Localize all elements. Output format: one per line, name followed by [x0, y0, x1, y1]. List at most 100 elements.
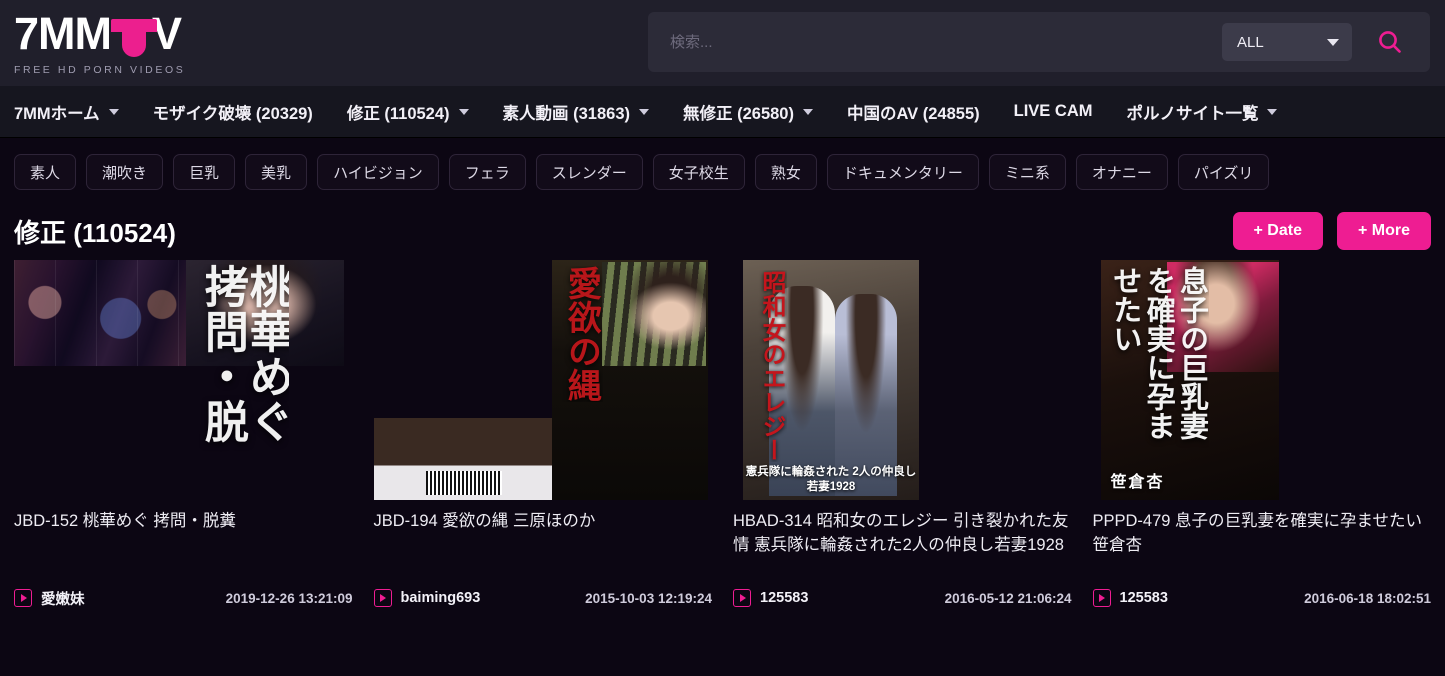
- cover-art: 息子の巨乳妻を確実に孕ませたい 笹倉杏: [1093, 260, 1432, 500]
- video-date: 2016-05-12 21:06:24: [944, 590, 1072, 606]
- panty-icon: [111, 15, 157, 57]
- tag-chip[interactable]: ドキュメンタリー: [826, 154, 979, 190]
- video-card: 息子の巨乳妻を確実に孕ませたい 笹倉杏 PPPD-479 息子の巨乳妻を確実に孕…: [1092, 260, 1432, 610]
- chevron-down-icon: [1327, 38, 1339, 46]
- cover-title-text: 息子の巨乳妻を確実に孕ませたい: [1108, 266, 1209, 440]
- video-thumbnail[interactable]: 桃華めぐ 拷問・脱: [14, 260, 353, 500]
- play-icon: [14, 589, 32, 607]
- tag-chip[interactable]: 女子校生: [652, 154, 745, 190]
- tag-filter-bar: 素人 潮吹き 巨乳 美乳 ハイビジョン フェラ スレンダー 女子校生 熟女 ドキ…: [0, 138, 1445, 206]
- cover-actress-name: 笹倉杏: [1110, 474, 1165, 491]
- nav-item-censored[interactable]: 修正 (110524): [347, 100, 469, 124]
- video-date: 2016-06-18 18:02:51: [1304, 590, 1431, 606]
- search-category-value: ALL: [1237, 33, 1264, 51]
- cover-art: 昭和女のエレジー 憲兵隊に輪姦された 2人の仲良し若妻1928: [733, 260, 1072, 500]
- uploader-name: 125583: [760, 590, 809, 606]
- cover-title-text: 昭和女のエレジー: [758, 270, 787, 462]
- nav-item-mosaic-destruction[interactable]: モザイク破壊 (20329): [153, 100, 313, 124]
- chevron-down-icon: [639, 108, 650, 115]
- video-card: 桃華めぐ 拷問・脱 JBD-152 桃華めぐ 拷問・脱糞 愛嫩妹 2019-12…: [14, 260, 353, 610]
- nav-item-home[interactable]: 7MMホーム: [14, 100, 119, 124]
- video-uploader[interactable]: 愛嫩妹: [14, 588, 85, 609]
- logo-wordmark: 7MM V: [14, 11, 244, 57]
- play-icon: [1092, 589, 1111, 607]
- chevron-down-icon: [108, 108, 119, 115]
- cover-title-text: 桃華めぐ 拷問・脱: [199, 264, 289, 444]
- video-title[interactable]: PPPD-479 息子の巨乳妻を確実に孕ませたい 笹倉杏: [1093, 510, 1432, 582]
- video-thumbnail[interactable]: 息子の巨乳妻を確実に孕ませたい 笹倉杏: [1092, 260, 1432, 500]
- video-uploader[interactable]: baiming693: [373, 589, 481, 607]
- page-title: 修正 (110524): [14, 217, 176, 248]
- nav-item-label: 素人動画 (31863): [502, 104, 631, 123]
- nav-item-live-cam[interactable]: LIVE CAM: [1014, 102, 1093, 121]
- chevron-down-icon: [458, 108, 469, 115]
- video-meta: 125583 2016-06-18 18:02:51: [1092, 586, 1431, 610]
- main-navigation: 7MMホーム モザイク破壊 (20329) 修正 (110524) 素人動画 (…: [0, 86, 1445, 138]
- cover-art: 愛欲の縄: [373, 260, 713, 500]
- cover-jacket: 息子の巨乳妻を確実に孕ませたい 笹倉杏: [1100, 260, 1279, 500]
- cover-collage-strip: [14, 260, 186, 366]
- tag-chip[interactable]: スレンダー: [535, 154, 643, 190]
- video-grid: 桃華めぐ 拷問・脱 JBD-152 桃華めぐ 拷問・脱糞 愛嫩妹 2019-12…: [0, 260, 1445, 610]
- nav-item-chinese-av[interactable]: 中国のAV (24855): [847, 100, 980, 124]
- uploader-name: 125583: [1119, 590, 1168, 606]
- nav-item-uncensored[interactable]: 無修正 (26580): [683, 100, 813, 124]
- tag-chip[interactable]: 潮吹き: [86, 154, 164, 190]
- tag-chip[interactable]: 巨乳: [173, 154, 236, 190]
- search-input[interactable]: [648, 12, 1222, 72]
- video-card: 昭和女のエレジー 憲兵隊に輪姦された 2人の仲良し若妻1928 HBAD-314…: [733, 260, 1072, 610]
- video-title[interactable]: HBAD-314 昭和女のエレジー 引き裂かれた友情 憲兵隊に輪姦された2人の仲…: [733, 510, 1072, 582]
- play-icon: [373, 589, 392, 607]
- video-card: 愛欲の縄 JBD-194 愛欲の縄 三原ほのか baiming693 2015-…: [373, 260, 713, 610]
- magnifier-icon: [1379, 31, 1401, 53]
- tag-chip[interactable]: 素人: [14, 154, 77, 190]
- uploader-name: baiming693: [400, 590, 481, 606]
- cover-title-text: 愛欲の縄: [561, 266, 602, 402]
- sort-by-date-button[interactable]: + Date: [1232, 212, 1323, 250]
- cover-jacket: 昭和女のエレジー 憲兵隊に輪姦された 2人の仲良し若妻1928: [743, 260, 919, 500]
- nav-item-label: ポルノサイト一覧: [1126, 104, 1259, 123]
- logo-tagline: FREE HD PORN VIDEOS: [14, 63, 186, 76]
- cover-art: 桃華めぐ 拷問・脱: [14, 260, 353, 500]
- uploader-name: 愛嫩妹: [41, 591, 85, 608]
- nav-item-label: 無修正 (26580): [683, 104, 794, 123]
- page-actions: + Date + More: [1232, 212, 1431, 250]
- tag-chip[interactable]: ハイビジョン: [317, 154, 439, 190]
- play-icon: [733, 589, 751, 607]
- tag-chip[interactable]: フェラ: [448, 154, 526, 190]
- video-thumbnail[interactable]: 愛欲の縄: [373, 260, 713, 500]
- nav-item-label: 7MMホーム: [14, 104, 100, 123]
- video-uploader[interactable]: 125583: [733, 589, 808, 607]
- tag-chip[interactable]: 熟女: [754, 154, 817, 190]
- page-title-row: 修正 (110524) + Date + More: [0, 206, 1445, 256]
- site-header: 7MM V FREE HD PORN VIDEOS ALL: [0, 0, 1445, 86]
- cover-barcode-strip: [373, 418, 552, 500]
- video-uploader[interactable]: 125583: [1092, 589, 1168, 607]
- nav-item-amateur[interactable]: 素人動画 (31863): [502, 100, 650, 124]
- video-date: 2015-10-03 12:19:24: [585, 590, 712, 606]
- nav-item-label: モザイク破壊 (20329): [152, 104, 313, 123]
- logo-text-left: 7MM: [14, 7, 112, 59]
- nav-item-porn-site-list[interactable]: ポルノサイト一覧: [1126, 100, 1278, 124]
- video-date: 2019-12-26 13:21:09: [225, 590, 353, 606]
- tag-chip[interactable]: オナニー: [1075, 154, 1168, 190]
- video-title[interactable]: JBD-152 桃華めぐ 拷問・脱糞: [14, 510, 353, 582]
- nav-item-label: 修正 (110524): [346, 104, 450, 123]
- video-thumbnail[interactable]: 昭和女のエレジー 憲兵隊に輪姦された 2人の仲良し若妻1928: [733, 260, 1072, 500]
- site-logo[interactable]: 7MM V FREE HD PORN VIDEOS: [14, 11, 244, 76]
- tag-chip[interactable]: ミニ系: [988, 154, 1066, 190]
- video-meta: 125583 2016-05-12 21:06:24: [733, 586, 1072, 610]
- cover-jacket: 愛欲の縄: [551, 260, 708, 500]
- cover-caption-text: 憲兵隊に輪姦された 2人の仲良し若妻1928: [745, 465, 917, 494]
- video-title[interactable]: JBD-194 愛欲の縄 三原ほのか: [374, 510, 713, 582]
- search-category-select[interactable]: ALL: [1222, 23, 1352, 61]
- chevron-down-icon: [1267, 108, 1278, 115]
- more-options-button[interactable]: + More: [1336, 212, 1431, 250]
- chevron-down-icon: [802, 108, 813, 115]
- search-bar: ALL: [648, 12, 1430, 72]
- tag-chip[interactable]: 美乳: [245, 154, 308, 190]
- tag-chip[interactable]: パイズリ: [1177, 154, 1270, 190]
- search-button[interactable]: [1368, 20, 1412, 64]
- nav-item-label: LIVE CAM: [1013, 102, 1093, 120]
- cover-photo-panel: [601, 262, 706, 366]
